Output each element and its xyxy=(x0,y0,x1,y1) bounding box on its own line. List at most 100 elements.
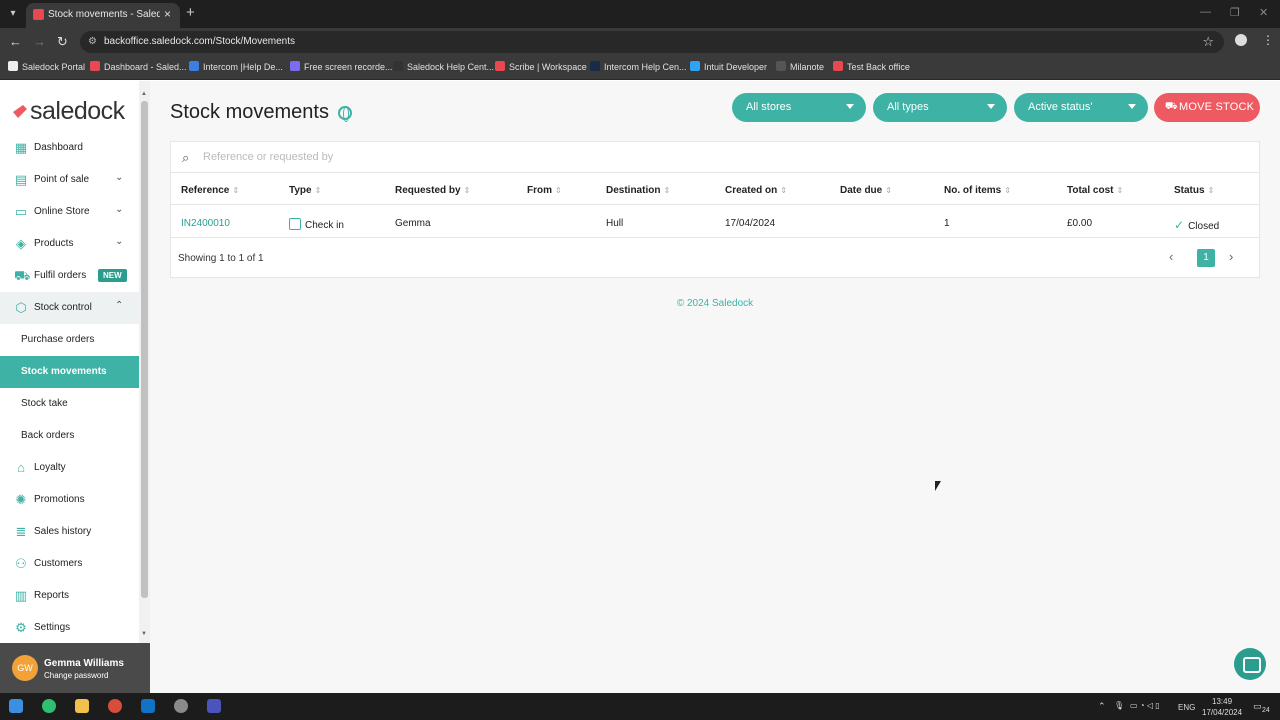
main-content: Stock movements All stores All types Act… xyxy=(150,81,1280,693)
column-header-requested-by[interactable]: Requested by ⇕ xyxy=(395,185,470,196)
column-header-created-on[interactable]: Created on ⇕ xyxy=(725,185,787,196)
notification-icon[interactable]: ▭ xyxy=(1253,701,1262,712)
chevron-left-icon[interactable]: ‹ xyxy=(1169,249,1173,264)
tab-search-icon[interactable]: ▾ xyxy=(4,5,22,23)
sidebar-item-customers[interactable]: ⚇ Customers xyxy=(0,548,139,580)
close-tab-icon[interactable]: × xyxy=(164,7,171,21)
globe-icon[interactable] xyxy=(338,106,352,122)
clock-date[interactable]: 17/04/2024 xyxy=(1202,708,1242,717)
address-bar[interactable]: ⚙ backoffice.saledock.com/Stock/Movement… xyxy=(80,31,1224,53)
sidebar-item-stock-movements[interactable]: Stock movements xyxy=(0,356,139,388)
reference-link[interactable]: IN2400010 xyxy=(181,218,230,229)
bookmark-item[interactable]: Free screen recorde... xyxy=(290,61,393,72)
store-filter-dropdown[interactable]: All stores xyxy=(732,93,866,122)
sort-icon: ⇕ xyxy=(463,186,471,195)
sidebar-item-back-orders[interactable]: Back orders xyxy=(0,420,139,452)
footer-copyright[interactable]: © 2024 Saledock xyxy=(150,298,1280,309)
microphone-icon[interactable]: 🎙 xyxy=(1114,701,1124,710)
bookmark-item[interactable]: Scribe | Workspace xyxy=(495,61,587,72)
sidebar-item-dashboard[interactable]: ▦ Dashboard xyxy=(0,132,139,164)
column-header-date-due[interactable]: Date due ⇕ xyxy=(840,185,892,196)
sidebar: saledock ▦ Dashboard ▤ Point of sale ⌄ ▭ Onl… xyxy=(0,81,150,693)
receipt-icon: ≣ xyxy=(15,524,27,539)
sidebar-item-reports[interactable]: ▥ Reports xyxy=(0,580,139,612)
chevron-right-icon[interactable]: › xyxy=(1229,249,1233,264)
sidebar-scrollbar[interactable]: ▲ ▼ xyxy=(139,81,150,643)
minimize-icon[interactable]: — xyxy=(1200,6,1211,18)
language-indicator[interactable]: ENG xyxy=(1178,703,1195,712)
bookmark-item[interactable]: Intercom |Help De... xyxy=(189,61,283,72)
reload-icon[interactable]: ↻ xyxy=(57,34,68,50)
file-explorer-icon[interactable] xyxy=(75,699,89,713)
bookmark-item[interactable]: Intuit Developer xyxy=(690,61,767,72)
avatar[interactable]: GW xyxy=(12,655,38,681)
pagination-summary: Showing 1 to 1 of 1 xyxy=(178,253,264,264)
outlook-icon[interactable] xyxy=(141,699,155,713)
search-icon: ⌕ xyxy=(182,150,190,165)
bookmark-item[interactable]: Milanote xyxy=(776,61,824,72)
sidebar-item-settings[interactable]: ⚙ Settings xyxy=(0,612,139,644)
sidebar-scroll-thumb[interactable] xyxy=(141,101,148,598)
chevron-down-icon: ⌄ xyxy=(115,172,124,183)
close-window-icon[interactable]: ✕ xyxy=(1259,6,1268,19)
chrome-icon[interactable] xyxy=(108,699,122,713)
pagination-page-current[interactable]: 1 xyxy=(1197,249,1215,267)
column-header-destination[interactable]: Destination ⇕ xyxy=(606,185,670,196)
profile-icon[interactable] xyxy=(1235,34,1247,46)
sidebar-item-fulfil-orders[interactable]: ⛟ Fulfil orders NEW xyxy=(0,260,139,292)
saledock-logo-icon xyxy=(13,105,27,118)
site-info-icon[interactable]: ⚙ xyxy=(88,36,97,47)
tray-icons[interactable]: ▭ ◔ ◁ ▯ xyxy=(1130,701,1160,710)
sidebar-item-stock-control[interactable]: ⬡ Stock control ⌃ xyxy=(0,292,139,324)
clock-time[interactable]: 13:49 xyxy=(1212,697,1232,706)
bookmark-item[interactable]: Intercom Help Cen... xyxy=(590,61,687,72)
app-launcher-icon[interactable] xyxy=(42,699,56,713)
sidebar-item-products[interactable]: ◈ Products ⌄ xyxy=(0,228,139,260)
column-header-total-cost[interactable]: Total cost ⇕ xyxy=(1067,185,1123,196)
search-input[interactable] xyxy=(203,148,1243,166)
teams-icon[interactable] xyxy=(207,699,221,713)
sort-icon: ⇕ xyxy=(314,186,322,195)
divider xyxy=(171,172,1259,173)
column-header-type[interactable]: Type ⇕ xyxy=(289,185,321,196)
app-icon[interactable] xyxy=(174,699,188,713)
bookmark-item[interactable]: Test Back office xyxy=(833,61,910,72)
caret-down-icon xyxy=(846,104,854,109)
bookmark-item[interactable]: Dashboard - Saled... xyxy=(90,61,187,72)
browser-tab[interactable]: Stock movements - Saledock b × xyxy=(26,3,180,28)
chat-launcher-icon[interactable] xyxy=(1234,648,1266,680)
windows-start-icon[interactable] xyxy=(9,699,23,713)
browser-menu-icon[interactable]: ⋮ xyxy=(1262,33,1274,47)
scroll-down-icon[interactable]: ▼ xyxy=(141,631,147,637)
column-header-from[interactable]: From ⇕ xyxy=(527,185,562,196)
bookmark-item[interactable]: Saledock Portal xyxy=(8,61,85,72)
type-filter-dropdown[interactable]: All types xyxy=(873,93,1007,122)
sidebar-item-promotions[interactable]: ✺ Promotions xyxy=(0,484,139,516)
column-header-status[interactable]: Status ⇕ xyxy=(1174,185,1214,196)
new-tab-icon[interactable]: + xyxy=(186,4,195,21)
bookmark-item[interactable]: Saledock Help Cent... xyxy=(393,61,494,72)
tray-overflow-icon[interactable]: ⌃ xyxy=(1098,701,1106,712)
scroll-up-icon[interactable]: ▲ xyxy=(141,91,147,97)
column-header-reference[interactable]: Reference ⇕ xyxy=(181,185,239,196)
check-in-icon xyxy=(289,218,301,230)
bookmark-star-icon[interactable]: ☆ xyxy=(1202,34,1214,50)
sidebar-item-loyalty[interactable]: ⌂ Loyalty xyxy=(0,452,139,484)
sidebar-item-sales-history[interactable]: ≣ Sales history xyxy=(0,516,139,548)
user-panel: GW Gemma Williams Change password xyxy=(0,643,150,693)
forward-icon[interactable]: → xyxy=(33,34,46,49)
sort-icon: ⇕ xyxy=(1207,186,1215,195)
move-stock-button[interactable]: ⛟ MOVE STOCK xyxy=(1154,93,1260,122)
restore-icon[interactable]: ❐ xyxy=(1230,6,1240,19)
register-icon: ▤ xyxy=(14,172,28,187)
sort-icon: ⇕ xyxy=(1004,186,1011,195)
status-filter-dropdown[interactable]: Active status' xyxy=(1014,93,1148,122)
tab-title: Stock movements - Saledock b xyxy=(48,9,160,20)
sidebar-item-purchase-orders[interactable]: Purchase orders xyxy=(0,324,139,356)
back-icon[interactable]: ← xyxy=(9,34,22,49)
sidebar-item-online-store[interactable]: ▭ Online Store ⌄ xyxy=(0,196,139,228)
sidebar-item-stock-take[interactable]: Stock take xyxy=(0,388,139,420)
change-password-link[interactable]: Change password xyxy=(44,671,108,680)
column-header-no-of-items[interactable]: No. of items ⇕ xyxy=(944,185,1011,196)
sidebar-item-point-of-sale[interactable]: ▤ Point of sale ⌄ xyxy=(0,164,139,196)
